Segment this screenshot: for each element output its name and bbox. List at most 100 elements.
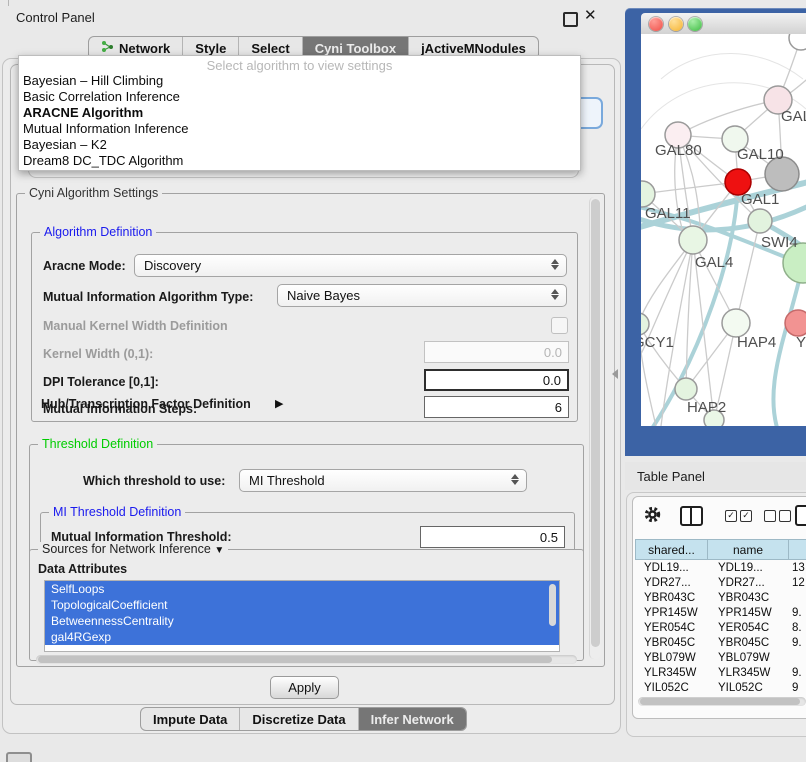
mi-type-label: Mutual Information Algorithm Type:: [43, 290, 253, 304]
apply-button[interactable]: Apply: [270, 676, 339, 699]
table-row[interactable]: YIL052CYIL052C9: [635, 682, 806, 697]
aracne-mode-combo[interactable]: Discovery: [134, 254, 567, 277]
settings-gear-icon[interactable]: [643, 505, 662, 524]
spinner-arrows-icon: [550, 289, 559, 300]
attribute-item-selected[interactable]: SelfLoops: [45, 581, 559, 597]
table-row[interactable]: YER054CYER054C8.: [635, 622, 806, 637]
column-header-clipped[interactable]: A: [788, 539, 806, 560]
mi-type-value: Naive Bayes: [287, 288, 360, 303]
table-panel-header: Table Panel: [625, 462, 806, 490]
dropdown-item[interactable]: Dream8 DC_TDC Algorithm: [19, 153, 580, 169]
tab-impute-data[interactable]: Impute Data: [141, 708, 240, 730]
close-window-icon[interactable]: [649, 17, 663, 31]
data-attributes-label: Data Attributes: [38, 562, 127, 576]
tab-discretize-data-label: Discretize Data: [252, 712, 345, 727]
minimize-window-icon[interactable]: [669, 17, 683, 31]
dpi-tolerance-label: DPI Tolerance [0,1]:: [43, 375, 159, 389]
tab-cyni-toolbox-label: Cyni Toolbox: [315, 41, 396, 56]
collapse-down-triangle-icon[interactable]: ▼: [214, 545, 224, 556]
algorithm-definition-group: Algorithm Definition Aracne Mode: Discov…: [31, 232, 578, 422]
zoom-window-icon[interactable]: [688, 17, 702, 31]
select-all-checkboxes-icon[interactable]: ✓✓: [725, 510, 752, 522]
mi-threshold-group-title: MI Threshold Definition: [49, 505, 185, 519]
focused-combo-fragment[interactable]: [578, 97, 603, 129]
attribute-item-selected[interactable]: BetweennessCentrality: [45, 613, 559, 629]
table-horizontal-scrollbar[interactable]: [638, 697, 806, 706]
divider-tick: [8, 0, 9, 6]
tab-discretize-data[interactable]: Discretize Data: [240, 708, 358, 730]
node-salmon[interactable]: [785, 310, 806, 336]
table-row[interactable]: YBL079WYBL079W: [635, 652, 806, 667]
tab-network-label: Network: [119, 41, 170, 56]
table-row[interactable]: YDR27...YDR27...12: [635, 577, 806, 592]
dropdown-item[interactable]: Basic Correlation Inference: [19, 89, 580, 105]
column-header-shared-name[interactable]: shared...: [635, 539, 707, 560]
dropdown-placeholder: Select algorithm to view settings: [19, 56, 580, 73]
control-panel-title: Control Panel: [16, 10, 95, 25]
hub-definition-label[interactable]: Hub/Transcription Factor Definition: [41, 397, 251, 411]
tab-jactivemnodules-label: jActiveMNodules: [421, 41, 526, 56]
sources-group-title: Sources for Network Inference ▼: [38, 542, 228, 556]
table-row[interactable]: YBR043CYBR043C: [635, 592, 806, 607]
dropdown-item[interactable]: Bayesian – K2: [19, 137, 580, 153]
node-hap2[interactable]: [675, 378, 697, 400]
attributes-vertical-scrollbar[interactable]: [549, 584, 556, 626]
tab-infer-network[interactable]: Infer Network: [359, 708, 466, 730]
which-threshold-combo[interactable]: MI Threshold: [239, 469, 527, 492]
deselect-all-checkboxes-icon[interactable]: [764, 510, 791, 522]
dropdown-item[interactable]: Mutual Information Inference: [19, 121, 580, 137]
dpi-tolerance-value: 0.0: [543, 373, 561, 388]
table-row[interactable]: YPR145WYPR145W9.: [635, 607, 806, 622]
node[interactable]: [789, 34, 806, 50]
aracne-mode-label: Aracne Mode:: [43, 259, 126, 273]
panel-divider-handle[interactable]: [612, 369, 618, 379]
algorithm-definition-title: Algorithm Definition: [40, 225, 156, 239]
close-panel-icon[interactable]: ✕: [584, 6, 597, 24]
node-table-container: ✓✓ shared... name A YDL19...YDL19...13 Y…: [632, 496, 806, 719]
tab-style-label: Style: [195, 41, 226, 56]
node-label: GCY1: [641, 334, 674, 351]
dpi-tolerance-input[interactable]: 0.0: [424, 369, 569, 391]
mi-threshold-value: 0.5: [540, 530, 558, 545]
network-canvas[interactable]: GAL GAL80 GAL10 GAL1 GAL11 SWI4 GAL4 GCY…: [641, 34, 806, 426]
table-header-row: shared... name A: [635, 539, 806, 560]
show-columns-icon[interactable]: [680, 506, 703, 526]
kernel-width-value: 0.0: [544, 345, 562, 360]
table-row[interactable]: YLR345WYLR345W9.: [635, 667, 806, 682]
settings-vertical-scrollbar[interactable]: [589, 197, 601, 659]
tab-impute-data-label: Impute Data: [153, 712, 227, 727]
node-hap4[interactable]: [722, 309, 750, 337]
which-threshold-label: Which threshold to use:: [83, 474, 225, 488]
network-window-titlebar[interactable]: [641, 13, 806, 35]
data-attributes-list: SelfLoops TopologicalCoefficient Between…: [44, 580, 560, 652]
manual-kernel-checkbox[interactable]: [551, 317, 568, 334]
node-label: Y: [796, 334, 806, 351]
table-row[interactable]: YDL19...YDL19...13: [635, 562, 806, 577]
mi-steps-input[interactable]: 6: [424, 396, 569, 418]
apply-button-label: Apply: [288, 680, 321, 695]
node-gal4[interactable]: [679, 226, 707, 254]
attribute-item-selected[interactable]: TopologicalCoefficient: [45, 597, 559, 613]
table-row[interactable]: YBR045CYBR045C9.: [635, 637, 806, 652]
node-label: HAP4: [737, 334, 776, 351]
attributes-horizontal-scrollbar[interactable]: [36, 655, 577, 664]
node-label: HAP2: [687, 399, 726, 416]
expand-right-triangle-icon[interactable]: ▶: [275, 397, 283, 410]
kernel-width-input[interactable]: 0.0: [424, 341, 569, 363]
node-swi4[interactable]: [748, 209, 772, 233]
column-header-name[interactable]: name: [707, 539, 788, 560]
attribute-item-selected[interactable]: gal4RGexp: [45, 629, 559, 645]
float-panel-icon[interactable]: [563, 12, 578, 27]
mi-steps-value: 6: [555, 400, 562, 415]
export-table-icon[interactable]: [795, 505, 806, 526]
node-label: GAL11: [645, 205, 691, 222]
dropdown-item-selected[interactable]: ARACNE Algorithm: [19, 105, 580, 121]
network-window: GAL GAL80 GAL10 GAL1 GAL11 SWI4 GAL4 GCY…: [625, 8, 806, 456]
spinner-arrows-icon: [550, 259, 559, 270]
dropdown-item[interactable]: Bayesian – Hill Climbing: [19, 73, 580, 89]
restore-panel-icon[interactable]: [6, 752, 32, 762]
mi-threshold-input[interactable]: 0.5: [420, 526, 565, 548]
node-gcy1[interactable]: [641, 313, 649, 335]
algorithm-dropdown: Select algorithm to view settings Bayesi…: [18, 55, 581, 171]
mi-type-combo[interactable]: Naive Bayes: [277, 284, 567, 307]
